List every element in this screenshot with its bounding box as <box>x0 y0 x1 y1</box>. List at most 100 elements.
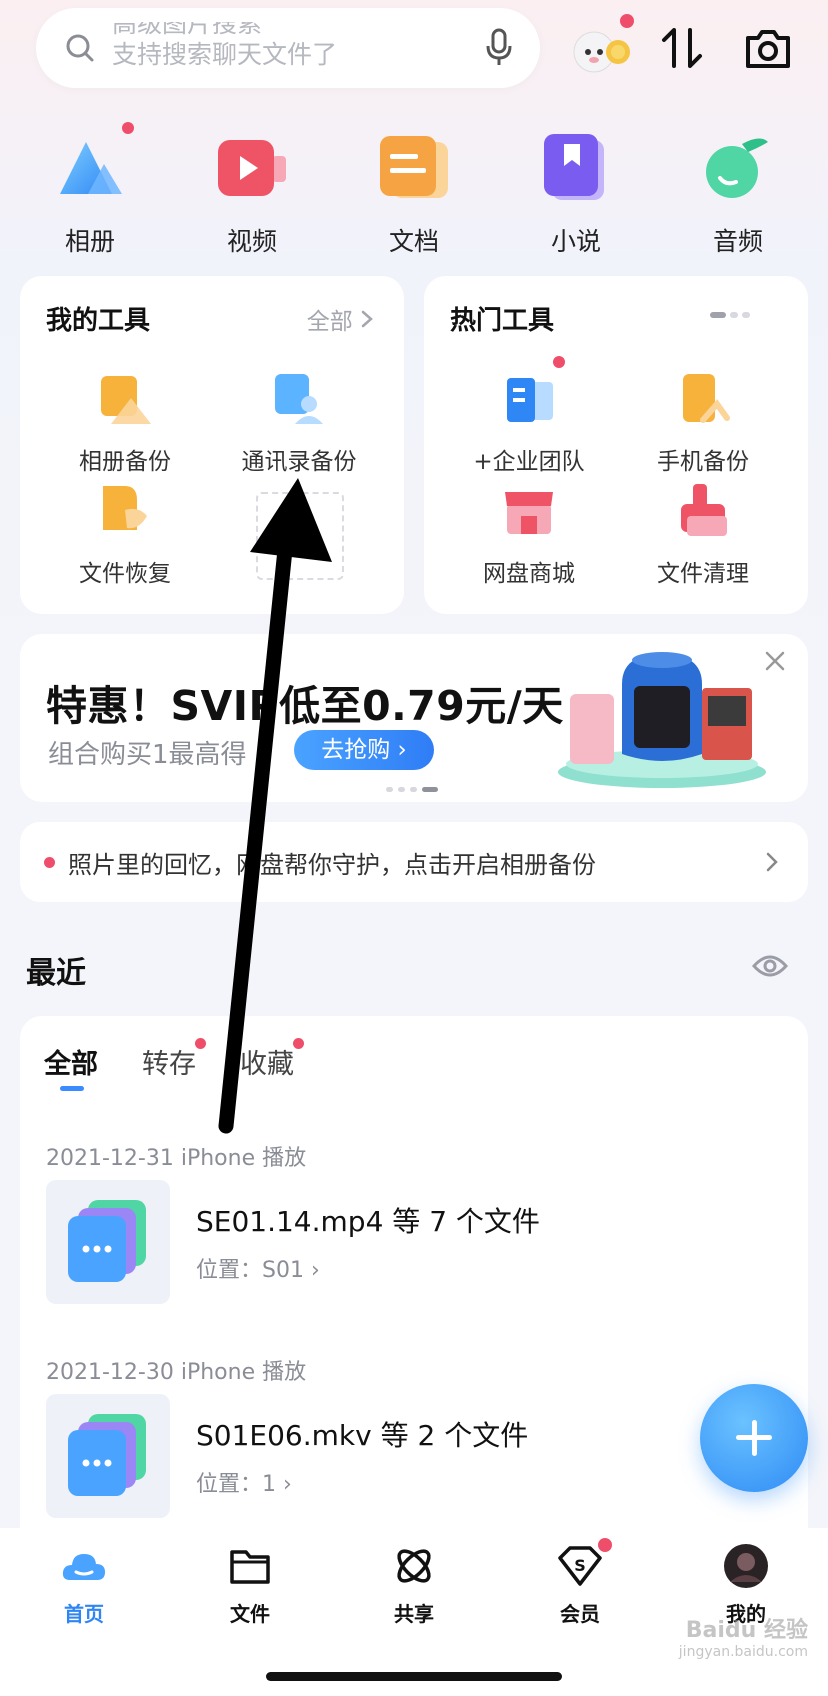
svg-text:S: S <box>574 1556 586 1575</box>
tool-file-cleanup[interactable]: 文件清理 <box>618 480 788 588</box>
nav-label: 文件 <box>230 1602 270 1626</box>
category-label: 音频 <box>712 227 763 256</box>
category-label: 文档 <box>388 227 439 256</box>
nav-label: 首页 <box>64 1602 104 1626</box>
vip-icon: S <box>558 1546 602 1586</box>
tab-label: 收藏 <box>240 1049 294 1080</box>
nav-home[interactable]: 首页 <box>24 1542 144 1627</box>
tab-label: 转存 <box>142 1049 196 1080</box>
file-recovery-icon <box>103 486 147 530</box>
notification-badge <box>620 14 634 28</box>
promo-product-illustration <box>558 652 766 788</box>
category-label: 小说 <box>550 227 601 256</box>
tool-album-backup[interactable]: 相册备份 <box>40 368 210 476</box>
tool-label: 相册备份 <box>79 449 171 475</box>
camera-icon[interactable] <box>744 26 792 70</box>
chevron-right-icon: › <box>283 1472 292 1497</box>
nav-share[interactable]: 共享 <box>354 1542 474 1627</box>
all-label: 全部 <box>306 309 353 335</box>
my-tools-all-link[interactable]: 全部 <box>307 302 374 336</box>
tab-transfer[interactable]: 转存 <box>142 1038 206 1081</box>
tab-all[interactable]: 全部 <box>44 1042 98 1081</box>
tool-phone-backup[interactable]: 手机备份 <box>618 368 788 476</box>
hot-tools-title: 热门工具 <box>450 306 555 336</box>
promo-title: 特惠！SVIP低至0.79元/天 <box>46 682 564 730</box>
chevron-right-icon <box>766 852 778 872</box>
album-backup-tip[interactable]: 照片里的回忆，网盘帮你守护，点击开启相册备份 <box>20 822 808 902</box>
category-video[interactable]: 视频 <box>192 128 312 258</box>
svip-promo-banner[interactable]: 特惠！SVIP低至0.79元/天 组合购买1最高得 去抢购 › <box>20 634 808 802</box>
multi-file-icon <box>46 1180 170 1304</box>
hot-tools-pager <box>710 312 750 318</box>
album-backup-icon <box>101 376 151 424</box>
novel-icon <box>544 134 604 200</box>
multi-file-icon <box>46 1394 170 1518</box>
file-location[interactable]: 位置：S01 › <box>196 1252 320 1284</box>
tool-store[interactable]: 网盘商城 <box>444 480 614 588</box>
transfer-icon[interactable] <box>660 26 704 70</box>
category-novel[interactable]: 小说 <box>516 128 636 258</box>
promo-pager <box>386 787 438 792</box>
home-indicator <box>266 1672 562 1681</box>
list-item[interactable]: S01E06.mkv 等 2 个文件 位置：1 › <box>46 1394 776 1518</box>
category-album[interactable]: 相册 <box>30 122 150 258</box>
tab-badge <box>195 1038 206 1049</box>
eye-icon[interactable] <box>752 952 788 980</box>
mascot-avatar[interactable] <box>566 12 638 84</box>
file-location-text: 位置：1 <box>196 1472 276 1497</box>
hot-tools-card: 热门工具 +企业团队 手机备份 网盘商城 文件清理 <box>424 276 808 614</box>
tip-text: 照片里的回忆，网盘帮你守护，点击开启相册备份 <box>68 851 596 879</box>
contacts-backup-icon <box>275 374 323 424</box>
tool-enterprise-team[interactable]: +企业团队 <box>444 356 614 476</box>
tab-badge <box>293 1038 304 1049</box>
tool-file-recovery[interactable]: 文件恢复 <box>40 480 210 588</box>
promo-subtitle: 组合购买1最高得 <box>48 740 247 770</box>
promo-buy-button[interactable]: 去抢购 › <box>294 730 434 770</box>
profile-avatar-icon <box>724 1544 768 1588</box>
recent-files-card: 全部 转存 收藏 2021-12-31 iPhone 播放 SE01.14.mp… <box>20 1016 808 1536</box>
file-location-text: 位置：S01 <box>196 1258 304 1283</box>
nav-label: 共享 <box>394 1602 434 1626</box>
album-badge <box>122 122 134 134</box>
enterprise-team-icon <box>507 378 553 422</box>
chevron-right-icon <box>360 309 374 335</box>
file-name: SE01.14.mp4 等 7 个文件 <box>196 1205 540 1238</box>
tool-label: 手机备份 <box>657 449 749 475</box>
search-bar[interactable]: 高级图片搜索 支持搜索聊天文件了 <box>36 8 540 88</box>
add-tool-slot[interactable] <box>256 492 344 580</box>
home-cloud-icon <box>62 1554 105 1580</box>
file-cleanup-icon <box>681 484 727 536</box>
nav-vip[interactable]: S 会员 <box>520 1538 640 1627</box>
tool-contacts-backup[interactable]: 通讯录备份 <box>214 368 384 476</box>
album-icon <box>60 142 122 194</box>
group-date: 2021-12-31 iPhone 播放 <box>46 1146 307 1171</box>
tool-label: 文件清理 <box>657 561 749 587</box>
tab-active-indicator <box>60 1086 84 1091</box>
recent-title: 最近 <box>26 956 86 991</box>
search-icon <box>66 34 94 62</box>
tab-favorites[interactable]: 收藏 <box>240 1038 304 1081</box>
video-icon <box>218 140 286 196</box>
category-document[interactable]: 文档 <box>354 128 474 258</box>
add-button[interactable] <box>700 1384 808 1492</box>
tool-label: +企业团队 <box>473 449 585 475</box>
category-label: 相册 <box>64 227 115 256</box>
tip-dot <box>44 857 55 868</box>
list-item[interactable]: SE01.14.mp4 等 7 个文件 位置：S01 › <box>46 1180 776 1304</box>
tool-label: 通讯录备份 <box>241 449 357 475</box>
folder-icon <box>230 1550 270 1584</box>
audio-icon <box>706 138 768 198</box>
chevron-right-icon: › <box>397 737 407 763</box>
search-placeholder: 高级图片搜索 支持搜索聊天文件了 <box>112 22 442 74</box>
category-audio[interactable]: 音频 <box>678 128 798 258</box>
category-label: 视频 <box>226 227 277 256</box>
file-location[interactable]: 位置：1 › <box>196 1466 292 1498</box>
microphone-icon[interactable] <box>484 28 514 68</box>
nav-files[interactable]: 文件 <box>190 1542 310 1627</box>
store-icon <box>505 492 553 534</box>
vip-badge <box>598 1538 612 1552</box>
tool-label: 网盘商城 <box>483 561 575 587</box>
search-placeholder-line1: 高级图片搜索 <box>112 22 263 38</box>
enterprise-team-badge <box>553 356 565 368</box>
watermark-url: jingyan.baidu.com <box>678 1644 808 1660</box>
